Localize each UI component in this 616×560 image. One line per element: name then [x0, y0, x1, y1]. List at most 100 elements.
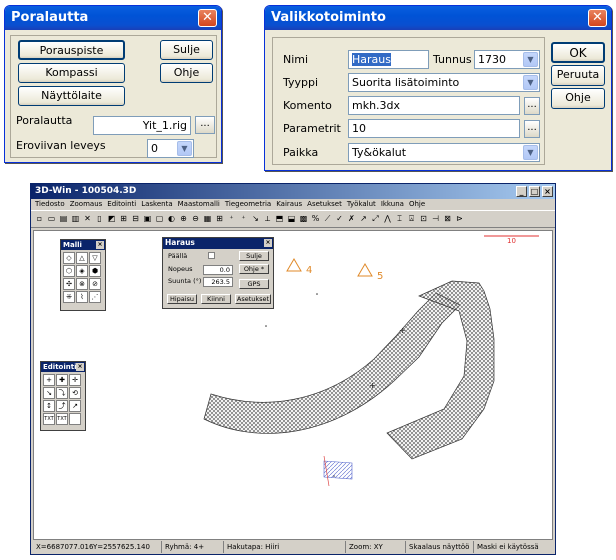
peruuta-button[interactable]: Peruuta — [551, 65, 605, 86]
malli-palette-close-button[interactable]: × — [96, 241, 104, 249]
toolbar-tool-icon[interactable]: ▯ — [94, 213, 105, 225]
nopeus-field[interactable]: 0.0 — [203, 265, 233, 275]
toolbar-tool-icon[interactable]: ▢ — [154, 213, 165, 225]
toolbar-tool-icon[interactable]: ▥ — [70, 213, 81, 225]
ohje-button[interactable]: Ohje — [551, 88, 605, 109]
asetukset-button[interactable]: Asetukset — [235, 294, 271, 304]
toolbar-tool-icon[interactable]: ⤢ — [370, 213, 381, 225]
toolbar-tool-icon[interactable]: ↘ — [250, 213, 261, 225]
toolbar-tool-icon[interactable]: ⊕ — [178, 213, 189, 225]
toolbar-tool-icon[interactable]: ⟂ — [262, 213, 273, 225]
boat-shape[interactable] — [323, 460, 353, 480]
menu-item[interactable]: Työkalut — [347, 200, 376, 208]
toolbar-tool-icon[interactable]: ⟋ — [322, 213, 333, 225]
menu-item[interactable]: Maastomalli — [178, 200, 220, 208]
haraus-sulje-button[interactable]: Sulje — [239, 251, 269, 261]
tool-icon[interactable]: ⊗ — [76, 278, 88, 290]
toolbar-tool-icon[interactable]: ⌶ — [394, 213, 405, 225]
toolbar-tool-icon[interactable]: ⊟ — [130, 213, 141, 225]
parametrit-field[interactable]: 10 — [348, 119, 520, 138]
toolbar-tool-icon[interactable]: ↗ — [358, 213, 369, 225]
toolbar-tool-icon[interactable]: ⁺ — [226, 213, 237, 225]
tool-icon[interactable]: ↗ — [69, 400, 81, 412]
toolbar-tool-icon[interactable]: ▤ — [58, 213, 69, 225]
valikko-titlebar[interactable]: Valikkotoiminto ✕ — [265, 6, 611, 30]
nayttolaite-button[interactable]: Näyttölaite — [18, 86, 125, 106]
tool-icon[interactable]: + — [43, 374, 55, 386]
menu-item[interactable]: Ikkuna — [381, 200, 404, 208]
toolbar-tool-icon[interactable]: ✗ — [346, 213, 357, 225]
close-button[interactable]: × — [542, 186, 553, 197]
haraus-titlebar[interactable]: Haraus × — [163, 238, 273, 249]
tool-icon[interactable]: ↘ — [43, 387, 55, 399]
tool-icon[interactable]: ⋰ — [89, 291, 101, 303]
haraus-close-button[interactable]: × — [264, 239, 272, 247]
tool-icon[interactable]: TXT — [43, 413, 55, 425]
tool-icon[interactable]: ⤴ — [56, 400, 68, 412]
porauspiste-button[interactable]: Porauspiste — [18, 40, 125, 60]
tool-icon[interactable] — [69, 413, 81, 425]
toolbar-tool-icon[interactable]: % — [310, 213, 321, 225]
warning-triangle-icon[interactable] — [357, 263, 373, 277]
toolbar-tool-icon[interactable]: ◩ — [106, 213, 117, 225]
rig-browse-button[interactable]: ... — [195, 116, 215, 134]
gps-button[interactable]: GPS — [239, 279, 269, 289]
suunta-field[interactable]: 263.5 — [203, 277, 233, 287]
warning-triangle-icon[interactable] — [286, 258, 302, 272]
tool-icon[interactable]: ✣ — [63, 278, 75, 290]
toolbar-tool-icon[interactable]: ⊖ — [190, 213, 201, 225]
toolbar-tool-icon[interactable]: ▣ — [142, 213, 153, 225]
toolbar-tool-icon[interactable]: ▭ — [46, 213, 57, 225]
tyyppi-select[interactable]: Suorita lisätoiminto ▼ — [348, 73, 540, 92]
tool-icon[interactable]: ⟲ — [69, 387, 81, 399]
toolbar-tool-icon[interactable]: ⊡ — [418, 213, 429, 225]
tool-icon[interactable]: ◇ — [63, 252, 75, 264]
main-titlebar[interactable]: 3D-Win - 100504.3D _ □ × — [31, 184, 555, 199]
toolbar-tool-icon[interactable]: ▦ — [202, 213, 213, 225]
valikko-close-button[interactable]: ✕ — [588, 9, 607, 27]
toolbar-tool-icon[interactable]: ◐ — [166, 213, 177, 225]
tool-icon[interactable]: ⁜ — [63, 291, 75, 303]
drawing-canvas[interactable]: 10 4 5 + + Malli × ◇△▽ ⬡◈⬢ ✣⊗⊘ ⁜⌇ — [33, 230, 553, 540]
tool-icon[interactable]: ⌇ — [76, 291, 88, 303]
tool-icon[interactable]: ⊘ — [89, 278, 101, 290]
menu-item[interactable]: Asetukset — [307, 200, 342, 208]
chevron-down-icon[interactable]: ▼ — [523, 75, 538, 90]
toolbar-tool-icon[interactable]: ⊠ — [442, 213, 453, 225]
tool-icon[interactable]: ⬢ — [89, 265, 101, 277]
menu-item[interactable]: Tiedosto — [35, 200, 65, 208]
tool-icon[interactable]: ⬡ — [63, 265, 75, 277]
dredge-area-left[interactable] — [203, 292, 461, 434]
menu-item[interactable]: Tiegeometria — [225, 200, 271, 208]
tool-icon[interactable]: ✛ — [69, 374, 81, 386]
tool-icon[interactable]: ▽ — [89, 252, 101, 264]
maximize-button[interactable]: □ — [529, 186, 540, 197]
tool-icon[interactable]: ◈ — [76, 265, 88, 277]
malli-palette-titlebar[interactable]: Malli × — [61, 240, 105, 250]
tool-icon[interactable]: TXT — [56, 413, 68, 425]
toolbar-tool-icon[interactable]: ⊣ — [430, 213, 441, 225]
rig-field[interactable]: Yit_1.rig — [93, 116, 191, 135]
nimi-field[interactable]: Haraus — [348, 50, 429, 69]
toolbar-tool-icon[interactable]: ⊞ — [118, 213, 129, 225]
editointi-palette-titlebar[interactable]: Editointi × — [41, 362, 85, 372]
menu-item[interactable]: Ohje — [409, 200, 425, 208]
hipaisu-button[interactable]: Hipaisu — [167, 294, 197, 304]
toolbar-tool-icon[interactable]: ⬒ — [274, 213, 285, 225]
tunnus-select[interactable]: 1730 ▼ — [474, 50, 540, 69]
width-select[interactable]: 0 ▼ — [147, 139, 194, 158]
paalla-checkbox[interactable] — [208, 252, 215, 259]
minimize-button[interactable]: _ — [516, 186, 527, 197]
menu-item[interactable]: Editointi — [107, 200, 136, 208]
kompassi-button[interactable]: Kompassi — [18, 63, 125, 83]
tool-icon[interactable]: ✚ — [56, 374, 68, 386]
toolbar-tool-icon[interactable]: ⊞ — [214, 213, 225, 225]
komento-browse-button[interactable]: ... — [524, 97, 540, 115]
chevron-down-icon[interactable]: ▼ — [523, 52, 538, 67]
haraus-ohje-button[interactable]: Ohje * — [239, 264, 269, 274]
ohje-button[interactable]: Ohje — [160, 63, 213, 83]
toolbar-tool-icon[interactable]: ⁺ — [238, 213, 249, 225]
poralautta-titlebar[interactable]: Poralautta ✕ — [5, 6, 221, 30]
menu-item[interactable]: Laskenta — [141, 200, 172, 208]
editointi-palette-close-button[interactable]: × — [76, 363, 84, 371]
